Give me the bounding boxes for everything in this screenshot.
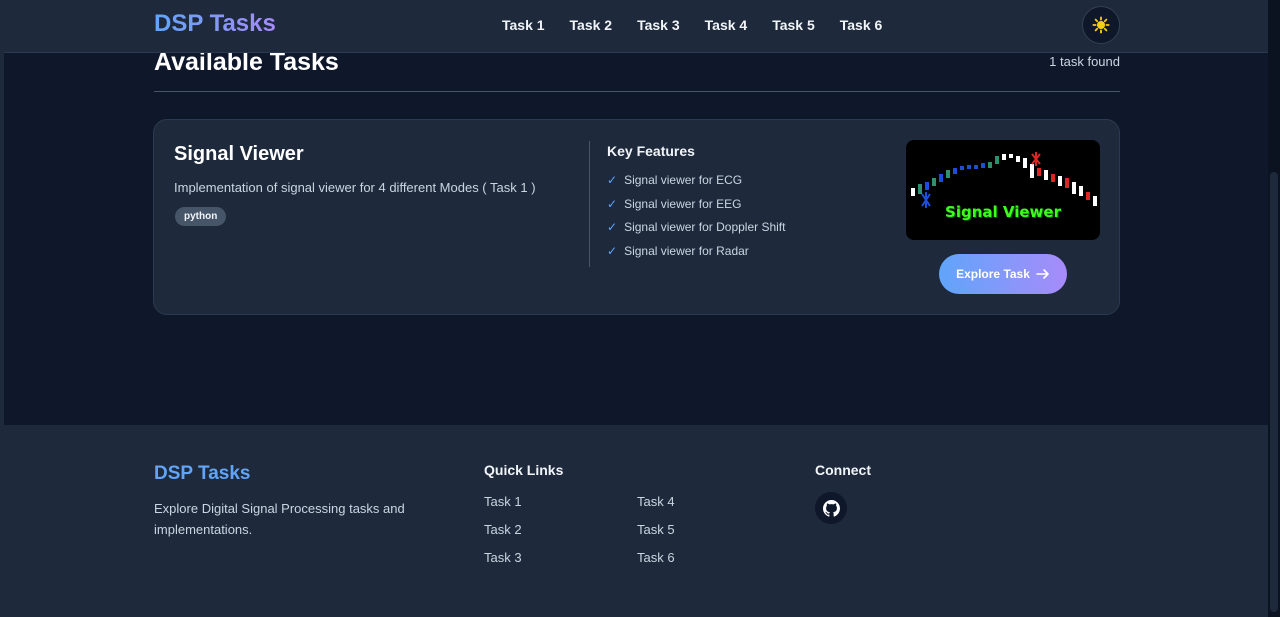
feature-item: ✓ Signal viewer for Doppler Shift bbox=[607, 220, 785, 244]
footer-link-task-4[interactable]: Task 4 bbox=[637, 494, 790, 522]
task-count: 1 task found bbox=[1049, 54, 1120, 69]
footer-link-task-6[interactable]: Task 6 bbox=[637, 550, 790, 578]
footer-link-task-1[interactable]: Task 1 bbox=[484, 494, 637, 522]
scrollbar[interactable] bbox=[1268, 0, 1280, 617]
explore-task-label: Explore Task bbox=[956, 267, 1030, 281]
features-title: Key Features bbox=[607, 143, 695, 159]
card-divider bbox=[589, 141, 590, 267]
feature-label: Signal viewer for Doppler Shift bbox=[624, 220, 786, 234]
feature-item: ✓ Signal viewer for Radar bbox=[607, 244, 785, 268]
task-thumbnail: Signal Viewer bbox=[906, 140, 1100, 240]
task-card-description: Implementation of signal viewer for 4 di… bbox=[174, 180, 536, 195]
candlestick-chart-image bbox=[911, 152, 1097, 208]
arrow-right-icon bbox=[1036, 269, 1049, 279]
check-icon: ✓ bbox=[607, 196, 618, 211]
feature-label: Signal viewer for EEG bbox=[624, 196, 742, 211]
nav-link-task-2[interactable]: Task 2 bbox=[570, 17, 613, 33]
github-link[interactable] bbox=[815, 492, 847, 524]
quick-links-heading: Quick Links bbox=[484, 462, 564, 478]
footer-description: Explore Digital Signal Processing tasks … bbox=[154, 501, 405, 537]
feature-label: Signal viewer for Radar bbox=[624, 243, 749, 258]
footer-link-task-3[interactable]: Task 3 bbox=[484, 550, 637, 578]
nav-link-task-1[interactable]: Task 1 bbox=[502, 17, 545, 33]
explore-task-button[interactable]: Explore Task bbox=[939, 254, 1067, 294]
nav-link-task-6[interactable]: Task 6 bbox=[840, 17, 883, 33]
check-icon: ✓ bbox=[607, 220, 618, 234]
divider bbox=[154, 91, 1120, 92]
tech-tag: python bbox=[175, 207, 227, 226]
window-edge bbox=[0, 0, 4, 617]
github-icon bbox=[822, 499, 840, 517]
footer-link-task-5[interactable]: Task 5 bbox=[637, 522, 790, 550]
feature-item: ✓ Signal viewer for EEG bbox=[607, 197, 785, 221]
connect-heading: Connect bbox=[815, 462, 871, 478]
task-card-title: Signal Viewer bbox=[174, 143, 304, 165]
check-icon: ✓ bbox=[607, 173, 618, 187]
nav-link-task-3[interactable]: Task 3 bbox=[637, 17, 680, 33]
thumbnail-caption: Signal Viewer bbox=[945, 203, 1061, 221]
brand-logo[interactable]: DSP Tasks bbox=[154, 10, 276, 38]
task-card: Signal Viewer Implementation of signal v… bbox=[153, 119, 1120, 315]
check-icon: ✓ bbox=[607, 243, 618, 258]
footer: DSP Tasks Explore Digital Signal Process… bbox=[0, 425, 1268, 617]
quick-links: Task 1 Task 4 Task 2 Task 5 Task 3 Task … bbox=[484, 494, 790, 578]
theme-toggle-button[interactable] bbox=[1082, 6, 1120, 44]
feature-item: ✓ Signal viewer for ECG bbox=[607, 173, 785, 197]
footer-brand: DSP Tasks bbox=[154, 463, 251, 484]
footer-link-task-2[interactable]: Task 2 bbox=[484, 522, 637, 550]
features-list: ✓ Signal viewer for ECG ✓ Signal viewer fo… bbox=[607, 173, 785, 267]
nav-links: Task 1 Task 2 Task 3 Task 4 Task 5 Task … bbox=[502, 17, 907, 33]
feature-label: Signal viewer for ECG bbox=[624, 173, 743, 187]
nav-link-task-4[interactable]: Task 4 bbox=[705, 17, 748, 33]
sun-icon bbox=[1092, 16, 1110, 34]
nav-link-task-5[interactable]: Task 5 bbox=[772, 17, 815, 33]
navbar: DSP Tasks Task 1 Task 2 Task 3 Task 4 Ta… bbox=[0, 0, 1268, 53]
scrollbar-thumb[interactable] bbox=[1270, 172, 1278, 612]
